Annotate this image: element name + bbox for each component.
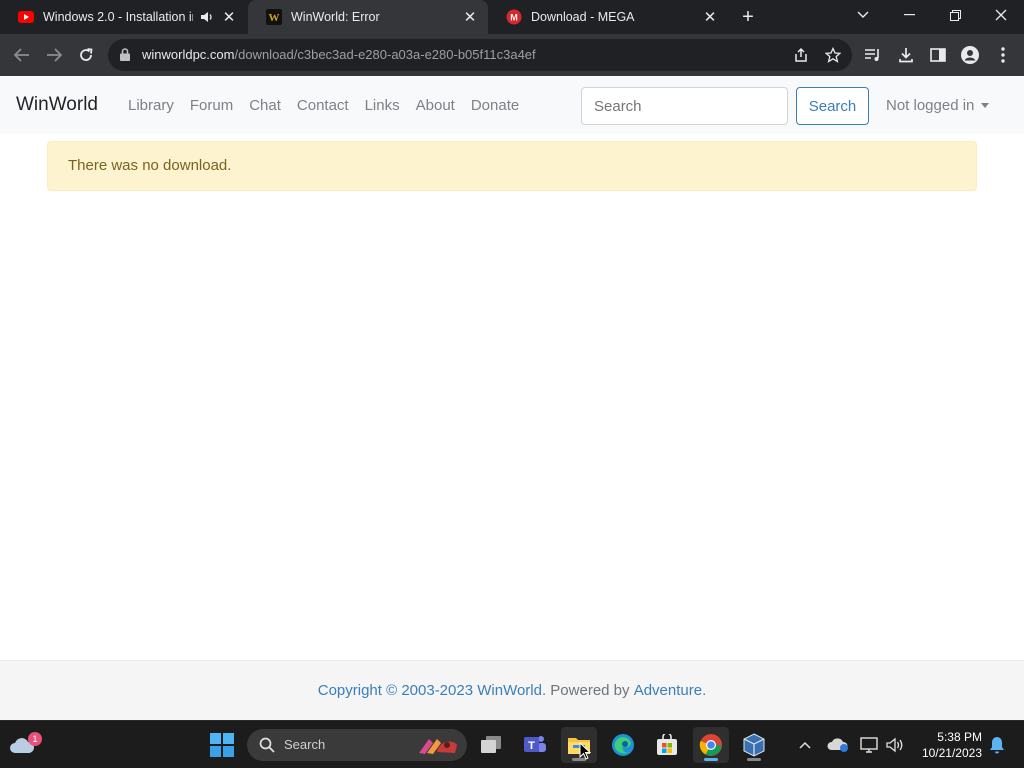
side-panel-icon[interactable]	[925, 42, 951, 68]
youtube-icon	[18, 9, 34, 25]
login-dropdown[interactable]: Not logged in	[886, 97, 990, 114]
winworld-icon: W	[266, 9, 282, 25]
notification-bell-icon[interactable]	[984, 727, 1010, 763]
windows-taskbar: 1 Search T 5:38 PM 10/21/2023	[0, 720, 1024, 768]
tab-winworld[interactable]: W WinWorld: Error ✕	[248, 0, 488, 34]
browser-tab-bar: Windows 2.0 - Installation in ✕ W WinWor…	[0, 0, 1024, 34]
caret-down-icon	[981, 103, 990, 108]
edge-icon[interactable]	[605, 727, 641, 763]
speaker-icon[interactable]	[199, 9, 215, 25]
restore-icon[interactable]	[932, 0, 978, 30]
chrome-icon[interactable]	[693, 727, 729, 763]
url-host: winworldpc.com	[142, 47, 235, 62]
taskbar-search-box[interactable]: Search	[247, 729, 467, 761]
active-indicator	[704, 758, 718, 761]
site-brand[interactable]: WinWorld	[16, 94, 98, 116]
task-view-icon[interactable]	[473, 727, 509, 763]
tab-title: Windows 2.0 - Installation in	[43, 10, 193, 24]
download-icon[interactable]	[893, 42, 919, 68]
alert-message: There was no download.	[68, 157, 232, 174]
clock-time: 5:38 PM	[937, 730, 982, 744]
mega-icon: M	[506, 9, 522, 25]
tab-title: Download - MEGA	[531, 10, 635, 24]
start-windows-icon[interactable]	[204, 727, 240, 763]
nav-forum[interactable]: Forum	[190, 97, 233, 114]
reload-icon[interactable]	[73, 42, 99, 68]
notification-badge: 1	[28, 732, 42, 746]
forward-icon[interactable]	[41, 42, 67, 68]
chevron-up-icon[interactable]	[788, 727, 822, 763]
search-icon	[259, 737, 275, 756]
svg-text:M: M	[510, 13, 518, 23]
tab-mega[interactable]: M Download - MEGA ✕	[488, 0, 728, 34]
microsoft-store-icon[interactable]	[649, 727, 685, 763]
search-highlight-icon	[417, 735, 459, 758]
nav-about[interactable]: About	[416, 97, 455, 114]
weather-widget-icon[interactable]: 1	[4, 727, 42, 763]
system-clock[interactable]: 5:38 PM 10/21/2023	[912, 729, 982, 761]
mouse-cursor-icon	[579, 741, 592, 765]
bookmark-star-icon[interactable]	[820, 42, 846, 68]
site-footer: Copyright © 2003-2023 WinWorld. Powered …	[0, 660, 1024, 720]
winworld-footer-link[interactable]: WinWorld	[477, 682, 542, 699]
nav-donate[interactable]: Donate	[471, 97, 519, 114]
nav-links-item[interactable]: Links	[365, 97, 400, 114]
site-search-input[interactable]	[581, 87, 788, 125]
tab-youtube[interactable]: Windows 2.0 - Installation in ✕	[0, 0, 247, 34]
new-tab-icon[interactable]: +	[737, 6, 759, 28]
clock-date: 10/21/2023	[921, 746, 982, 760]
warning-alert: There was no download.	[47, 141, 977, 191]
nav-links: Library Forum Chat Contact Links About D…	[128, 97, 535, 114]
svg-text:W: W	[269, 12, 280, 24]
powered-by-text: . Powered by	[541, 682, 630, 699]
login-label: Not logged in	[886, 97, 975, 114]
volume-icon[interactable]	[880, 727, 910, 763]
site-navbar: WinWorld Library Forum Chat Contact Link…	[0, 77, 1024, 134]
profile-icon[interactable]	[957, 42, 983, 68]
running-indicator	[747, 758, 761, 761]
address-bar[interactable]: winworldpc.com/download/c3bec3ad-e280-a0…	[108, 39, 852, 71]
url-text[interactable]: winworldpc.com/download/c3bec3ad-e280-a0…	[142, 47, 536, 62]
minimize-icon[interactable]	[886, 0, 932, 30]
virtualbox-icon[interactable]	[736, 727, 772, 763]
close-window-icon[interactable]	[978, 0, 1024, 30]
lock-icon[interactable]	[120, 48, 130, 66]
onedrive-icon[interactable]	[822, 727, 854, 763]
browser-toolbar: winworldpc.com/download/c3bec3ad-e280-a0…	[0, 34, 1024, 76]
footer-period: .	[702, 682, 707, 699]
nav-chat[interactable]: Chat	[249, 97, 281, 114]
taskbar-search-label: Search	[284, 737, 326, 752]
nav-library[interactable]: Library	[128, 97, 174, 114]
tab-search-chevron-icon[interactable]	[840, 0, 886, 30]
nav-contact[interactable]: Contact	[297, 97, 349, 114]
url-path: /download/c3bec3ad-e280-a03a-e280-b05f11…	[234, 47, 536, 62]
back-icon[interactable]	[9, 42, 35, 68]
close-icon[interactable]: ✕	[462, 9, 478, 26]
site-search-button[interactable]: Search	[796, 87, 869, 125]
media-queue-icon[interactable]	[860, 42, 886, 68]
svg-text:T: T	[528, 740, 535, 752]
close-icon[interactable]: ✕	[221, 9, 237, 26]
close-icon[interactable]: ✕	[702, 9, 718, 26]
copyright-link[interactable]: Copyright © 2003-2023	[318, 682, 473, 699]
adventure-link[interactable]: Adventure	[634, 682, 702, 699]
share-icon[interactable]	[788, 42, 814, 68]
teams-icon[interactable]: T	[517, 727, 553, 763]
tab-title: WinWorld: Error	[291, 10, 380, 24]
menu-kebab-icon[interactable]	[990, 42, 1016, 68]
